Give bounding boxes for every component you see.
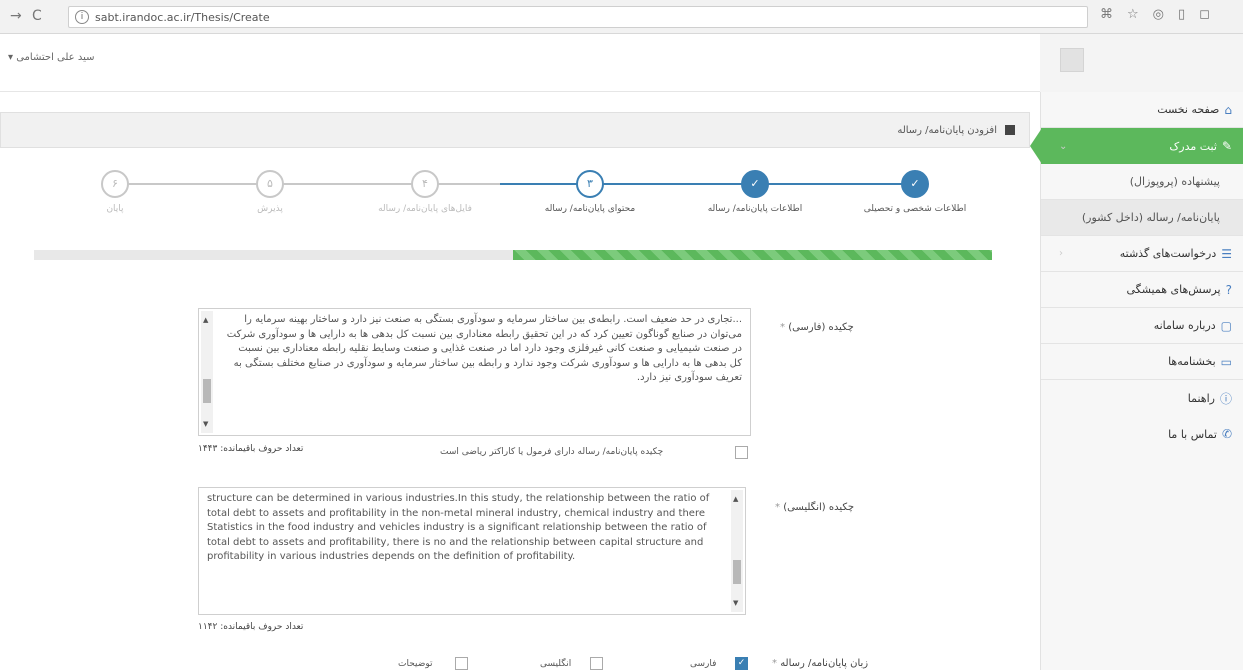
bookmark-star-icon[interactable]: ☆ — [1127, 7, 1139, 22]
sidebar: ⌂ صفحه نخست ✎ ثبت مدرک ⌄ پیشنهاده (پروپو… — [1040, 92, 1243, 670]
sidebar-item-label: درباره سامانه — [1153, 319, 1216, 332]
chevron-down-icon: ▾ — [8, 52, 14, 63]
step-label: فایل‌های پایان‌نامه/ رساله — [378, 204, 472, 214]
formula-checkbox-label: چکیده پایان‌نامه/ رساله دارای فرمول یا ک… — [440, 447, 664, 457]
user-menu[interactable]: سید علی احتشامی ▾ — [8, 52, 94, 63]
stepper: ✓ اطلاعات شخصی و تحصیلی ✓ اطلاعات پایان‌… — [60, 170, 980, 230]
menu-toggle-button[interactable] — [1060, 48, 1084, 72]
language-option-label: فارسی — [690, 659, 717, 669]
translate-icon[interactable]: ⌘ — [1100, 7, 1113, 22]
sidebar-item-label: صفحه نخست — [1157, 103, 1220, 116]
file-icon: ▢ — [1220, 318, 1232, 333]
address-bar[interactable]: i sabt.irandoc.ac.ir/Thesis/Create — [68, 6, 1088, 28]
sidebar-item-circulars[interactable]: ▭ بخشنامه‌ها — [1041, 344, 1243, 380]
scroll-down-icon[interactable]: ▼ — [733, 596, 738, 611]
description-label: توضیحات — [398, 659, 433, 669]
language-option-label: انگلیسی — [540, 659, 572, 669]
step-finish[interactable]: ۶ پایان — [50, 170, 180, 214]
scroll-up-icon[interactable]: ▲ — [733, 492, 738, 507]
step-thesis-files[interactable]: ۴ فایل‌های پایان‌نامه/ رساله — [360, 170, 490, 214]
step-thesis-content[interactable]: ۳ محتوای پایان‌نامه/ رساله — [525, 170, 655, 214]
sidebar-item-past-requests[interactable]: ☰ درخواست‌های گذشته ‹ — [1041, 236, 1243, 272]
formula-checkbox[interactable] — [735, 446, 748, 459]
step-label: پایان — [106, 204, 124, 214]
sidebar-item-label: پرسش‌های همیشگی — [1126, 283, 1221, 296]
sidebar-item-label: پیشنهاده (پروپوزال) — [1129, 175, 1220, 188]
active-indicator — [1030, 128, 1042, 164]
sidebar-subitem-thesis-domestic[interactable]: پایان‌نامه/ رساله (داخل کشور) — [1041, 200, 1243, 236]
scroll-up-icon[interactable]: ▲ — [203, 313, 208, 328]
abstract-en-text[interactable]: structure can be determined in various i… — [207, 493, 709, 562]
question-icon: ? — [1225, 282, 1232, 297]
sidebar-item-label: بخشنامه‌ها — [1168, 355, 1216, 368]
abstract-fa-scrollbar[interactable]: ▲ ▼ — [201, 311, 213, 433]
info-icon[interactable]: i — [75, 10, 89, 24]
abstract-fa-text[interactable]: ...تجاری در حد ضعیف است. رابطه‌ی بین ساخ… — [227, 314, 742, 383]
sidebar-item-about[interactable]: ▢ درباره سامانه — [1041, 308, 1243, 344]
content-header: افزودن پایان‌نامه/ رساله — [0, 112, 1030, 148]
step-marker: ۶ — [101, 170, 129, 198]
list-icon: ☰ — [1221, 246, 1232, 261]
step-label: پذیرش — [257, 204, 283, 214]
sidebar-item-contact[interactable]: ✆ تماس با ما — [1041, 416, 1243, 452]
sidebar-item-label: درخواست‌های گذشته — [1119, 247, 1217, 260]
abstract-en-label: چکیده (انگلیسی) * — [775, 502, 855, 513]
extension-icon-2[interactable]: ▯ — [1178, 7, 1185, 22]
user-name: سید علی احتشامی — [16, 52, 95, 63]
step-label: اطلاعات پایان‌نامه/ رساله — [707, 204, 803, 214]
reload-icon[interactable]: C — [32, 8, 42, 24]
edit-icon — [1005, 125, 1015, 135]
page-title: افزودن پایان‌نامه/ رساله — [897, 124, 997, 136]
menu-icon[interactable]: ◻ — [1199, 7, 1210, 22]
progress-bar — [34, 250, 992, 260]
url-text[interactable]: sabt.irandoc.ac.ir/Thesis/Create — [95, 11, 270, 24]
home-icon: ⌂ — [1224, 102, 1232, 117]
step-marker: ۴ — [411, 170, 439, 198]
scroll-thumb[interactable] — [733, 560, 741, 584]
description-checkbox[interactable] — [455, 657, 468, 670]
sidebar-item-register-document[interactable]: ✎ ثبت مدرک ⌄ — [1041, 128, 1243, 164]
step-marker: ۳ — [576, 170, 604, 198]
step-personal-info[interactable]: ✓ اطلاعات شخصی و تحصیلی — [850, 170, 980, 214]
abstract-en-textarea[interactable]: structure can be determined in various i… — [198, 487, 746, 615]
abstract-fa-label: چکیده (فارسی) * — [780, 322, 854, 333]
step-marker: ✓ — [901, 170, 929, 198]
language-label: زبان پایان‌نامه/ رساله * — [772, 658, 869, 669]
abstract-fa-counter: تعداد حروف باقیمانده: ۱۴۴۳ — [198, 444, 304, 454]
step-label: اطلاعات شخصی و تحصیلی — [863, 204, 967, 214]
document-edit-icon: ✎ — [1221, 139, 1232, 153]
forward-icon[interactable]: → — [10, 8, 22, 24]
browser-toolbar: → C i sabt.irandoc.ac.ir/Thesis/Create ⌘… — [0, 0, 1243, 34]
sidebar-item-label: پایان‌نامه/ رساله (داخل کشور) — [1081, 211, 1220, 224]
abstract-fa-textarea[interactable]: ...تجاری در حد ضعیف است. رابطه‌ی بین ساخ… — [198, 308, 751, 436]
abstract-en-scrollbar[interactable]: ▲ ▼ — [731, 490, 743, 612]
step-label: محتوای پایان‌نامه/ رساله — [544, 204, 636, 214]
extension-icon[interactable]: ◎ — [1153, 7, 1164, 22]
scroll-down-icon[interactable]: ▼ — [203, 417, 208, 432]
step-acceptance[interactable]: ۵ پذیرش — [205, 170, 335, 214]
sidebar-item-label: تماس با ما — [1168, 427, 1217, 441]
step-marker: ۵ — [256, 170, 284, 198]
abstract-en-counter: تعداد حروف باقیمانده: ۱۱۴۲ — [198, 622, 304, 632]
sidebar-item-label: ثبت مدرک — [1169, 139, 1217, 153]
sidebar-item-home[interactable]: ⌂ صفحه نخست — [1041, 92, 1243, 128]
folder-icon: ▭ — [1220, 354, 1232, 369]
step-thesis-info[interactable]: ✓ اطلاعات پایان‌نامه/ رساله — [690, 170, 820, 214]
language-option-checkbox[interactable] — [590, 657, 603, 670]
scroll-thumb[interactable] — [203, 379, 211, 403]
sidebar-item-faq[interactable]: ? پرسش‌های همیشگی — [1041, 272, 1243, 308]
sidebar-item-guide[interactable]: ⓘ راهنما — [1041, 380, 1243, 416]
sidebar-header — [1040, 34, 1243, 92]
chevron-down-icon: ⌄ — [1059, 140, 1068, 152]
phone-icon: ✆ — [1221, 427, 1232, 441]
top-bar: سید علی احتشامی ▾ — [0, 34, 1040, 92]
step-marker: ✓ — [741, 170, 769, 198]
language-option-checkbox[interactable]: ✓ — [735, 657, 748, 670]
chevron-left-icon: ‹ — [1059, 248, 1063, 259]
sidebar-item-label: راهنما — [1187, 391, 1215, 405]
info-icon: ⓘ — [1219, 391, 1232, 406]
progress-fill — [513, 250, 992, 260]
sidebar-subitem-proposal[interactable]: پیشنهاده (پروپوزال) — [1041, 164, 1243, 200]
